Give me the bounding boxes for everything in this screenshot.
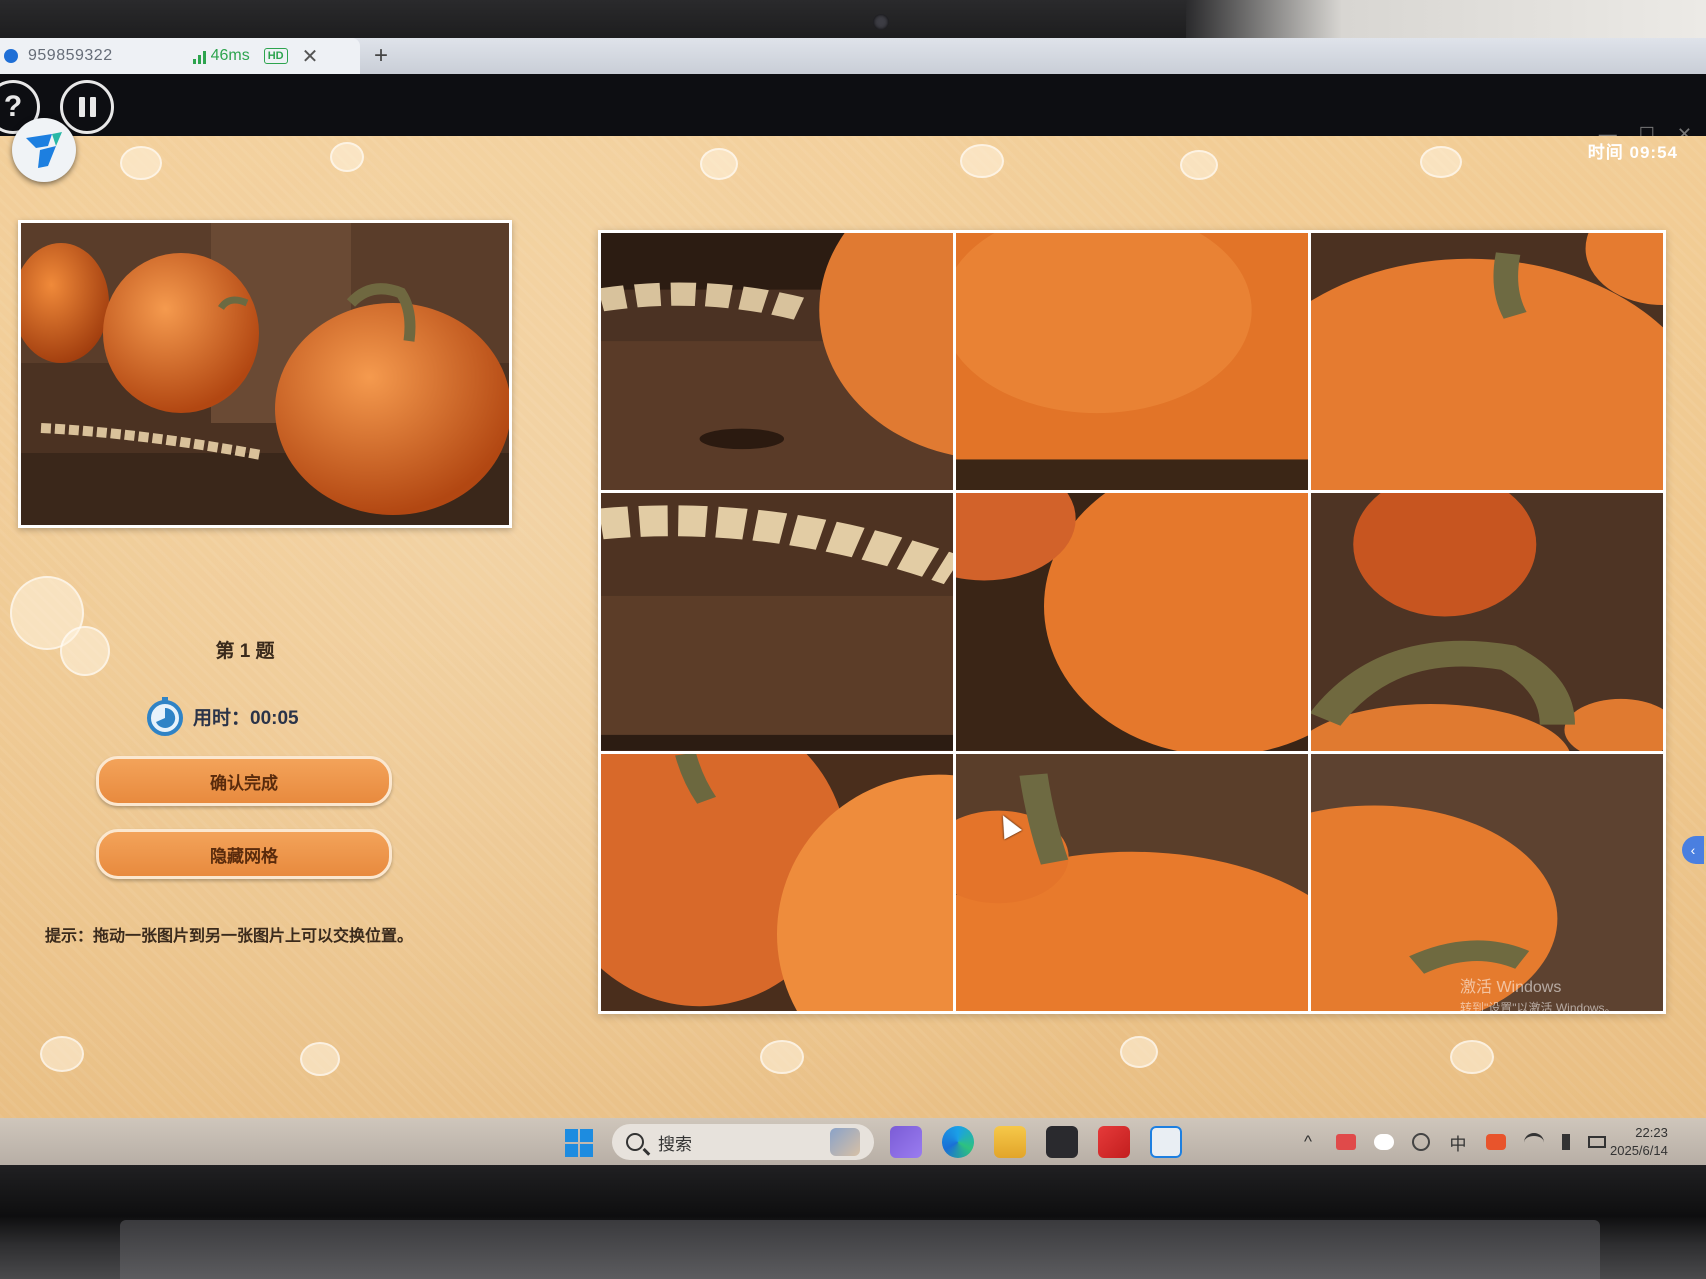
- elapsed-time: 用时：00:05: [145, 696, 299, 736]
- battery-icon[interactable]: [1588, 1136, 1606, 1148]
- tab-favicon-icon: [4, 49, 18, 63]
- puzzle-tile[interactable]: [1311, 233, 1663, 491]
- countdown-timer: 时间 09:54: [1587, 143, 1678, 162]
- close-tab-button[interactable]: ✕: [302, 44, 319, 69]
- clock-time: 22:23: [1635, 1125, 1668, 1140]
- tile-image: [1311, 233, 1663, 491]
- system-tray: ^ 中: [1298, 1118, 1606, 1166]
- pumpkin-photo: [21, 223, 509, 525]
- puzzle-game-area: 时间 09:54 第 1 题 用时：00:05 确认完成 隐藏网格 提示：拖动一…: [0, 136, 1706, 1118]
- puzzle-texture: [40, 1036, 84, 1072]
- puzzle-texture: [1120, 1036, 1158, 1068]
- signal-strength-icon: [192, 48, 206, 64]
- windows-taskbar: 搜索 ^ 中 22:23 2025/6/14: [0, 1118, 1706, 1166]
- taskbar-clock[interactable]: 22:23 2025/6/14: [1610, 1124, 1668, 1160]
- tile-image: [601, 753, 953, 1011]
- laptop-screen: 959859322 46ms HD ✕ + — ☐ ✕ ? 时间 09:54 第…: [0, 38, 1706, 1166]
- puzzle-tile[interactable]: [956, 233, 1308, 491]
- puzzle-tile[interactable]: [601, 493, 953, 751]
- wps-office-icon[interactable]: [1098, 1126, 1130, 1158]
- sync-icon[interactable]: [1412, 1133, 1430, 1151]
- background-wall: [1186, 0, 1706, 40]
- puzzle-tile[interactable]: [601, 233, 953, 491]
- puzzle-tile[interactable]: [1311, 753, 1663, 1011]
- activation-line-2: 转到"设置"以激活 Windows。: [1460, 1001, 1617, 1015]
- clock-date: 2025/6/14: [1610, 1143, 1668, 1158]
- puzzle-texture: [330, 142, 364, 172]
- tab-title: 959859322: [28, 47, 113, 64]
- puzzle-tile[interactable]: [1311, 493, 1663, 751]
- tile-image: [601, 233, 953, 491]
- puzzle-app-taskbar-icon[interactable]: [1150, 1126, 1182, 1158]
- pause-icon-bar: [78, 97, 85, 117]
- activation-line-1: 激活 Windows: [1460, 979, 1562, 996]
- tile-image: [1311, 493, 1663, 751]
- app-title-bar: — ☐ ✕: [0, 74, 1706, 144]
- puzzle-tile[interactable]: [956, 753, 1308, 1011]
- volume-icon[interactable]: [1562, 1134, 1570, 1150]
- file-explorer-icon[interactable]: [994, 1126, 1026, 1158]
- sogou-input-icon[interactable]: [1486, 1134, 1506, 1150]
- tile-image: [956, 753, 1308, 1011]
- browser-tab[interactable]: 959859322 46ms HD ✕: [0, 38, 360, 74]
- puzzle-board: [598, 230, 1666, 1014]
- app-logo-icon: [26, 132, 62, 168]
- hide-grid-button[interactable]: 隐藏网格: [96, 829, 392, 879]
- side-panel-handle[interactable]: ‹: [1682, 836, 1704, 864]
- hint-text: 提示：拖动一张图片到另一张图片上可以交换位置。: [45, 928, 414, 945]
- puzzle-texture: [700, 148, 738, 180]
- start-button[interactable]: [565, 1129, 593, 1157]
- tray-overflow-icon[interactable]: ^: [1298, 1132, 1318, 1151]
- pause-button[interactable]: [60, 80, 114, 134]
- new-tab-button[interactable]: +: [374, 42, 388, 70]
- search-icon: [626, 1133, 644, 1151]
- laptop-hinge: [120, 1220, 1600, 1279]
- tile-image: [956, 233, 1308, 491]
- cloud-icon[interactable]: [1374, 1134, 1394, 1150]
- reference-image: [18, 220, 512, 528]
- pause-icon-bar: [89, 97, 96, 117]
- search-highlight-image: [830, 1128, 860, 1156]
- puzzle-tile[interactable]: [956, 493, 1308, 751]
- puzzle-tile[interactable]: [601, 753, 953, 1011]
- puzzle-texture: [1420, 146, 1462, 178]
- elapsed-time-text: 用时：00:05: [193, 707, 299, 729]
- windows-activation-watermark: 激活 Windows 转到"设置"以激活 Windows。: [1460, 978, 1617, 1018]
- latency-text: 46ms: [210, 47, 250, 64]
- edge-browser-icon[interactable]: [942, 1126, 974, 1158]
- puzzle-texture: [300, 1042, 340, 1076]
- puzzle-texture: [1450, 1040, 1494, 1074]
- puzzle-texture: [960, 144, 1004, 178]
- tile-image: [601, 493, 953, 751]
- puzzle-texture: [120, 146, 162, 180]
- app-shortcut-icon[interactable]: [1046, 1126, 1078, 1158]
- puzzle-texture: [1180, 150, 1218, 180]
- puzzle-texture: [60, 626, 110, 676]
- webcam: [873, 14, 889, 30]
- stopwatch-icon: [147, 697, 183, 736]
- tile-image: [1311, 753, 1663, 1011]
- browser-tab-strip: 959859322 46ms HD ✕ +: [0, 38, 1706, 74]
- confirm-complete-button[interactable]: 确认完成: [96, 756, 392, 806]
- tray-app-icon[interactable]: [1336, 1134, 1356, 1150]
- puzzle-texture: [760, 1040, 804, 1074]
- tile-image: [956, 493, 1308, 751]
- search-placeholder: 搜索: [658, 1134, 692, 1154]
- visual-studio-icon[interactable]: [890, 1126, 922, 1158]
- hd-badge: HD: [263, 48, 288, 64]
- app-logo: [12, 118, 76, 182]
- taskbar-search[interactable]: 搜索: [612, 1124, 874, 1160]
- wifi-icon[interactable]: [1524, 1132, 1544, 1152]
- question-number: 第 1 题: [215, 641, 275, 662]
- ime-indicator[interactable]: 中: [1448, 1134, 1468, 1154]
